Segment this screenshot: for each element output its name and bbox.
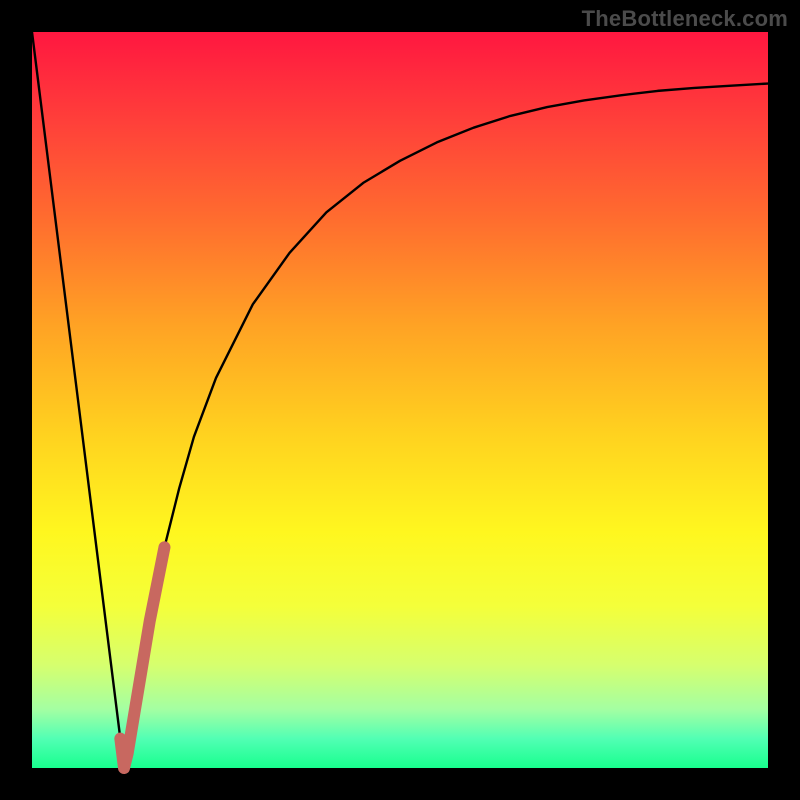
attribution-text: TheBottleneck.com (582, 6, 788, 32)
highlight-segment (120, 547, 164, 768)
plot-area (32, 32, 768, 768)
chart-svg (32, 32, 768, 768)
chart-frame: TheBottleneck.com (0, 0, 800, 800)
